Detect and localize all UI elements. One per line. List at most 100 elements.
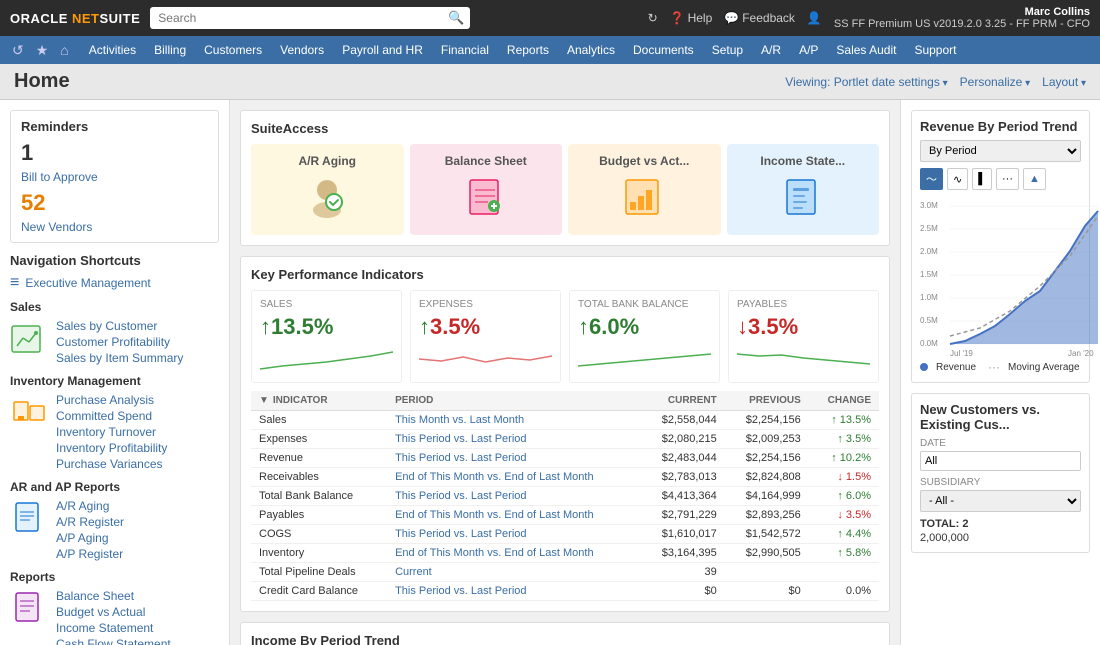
nav-sales-audit[interactable]: Sales Audit — [828, 39, 904, 61]
budget-vs-actual-link[interactable]: Budget vs Actual — [56, 604, 171, 620]
top-icons: ↻ ❓ Help 💬 Feedback 👤 Marc Collins SS FF… — [648, 6, 1090, 30]
suite-card-income[interactable]: Income State... — [727, 144, 880, 235]
subsidiary-label: SUBSIDIARY — [920, 477, 1081, 488]
cash-flow-link[interactable]: Cash Flow Statement — [56, 636, 171, 645]
period-cell[interactable]: This Period vs. Last Period — [387, 525, 641, 544]
chart-btn-scatter[interactable]: ··· — [996, 168, 1019, 190]
table-row: Total Bank Balance This Period vs. Last … — [251, 487, 879, 506]
chart-btn-wave[interactable]: ∿ — [947, 168, 968, 190]
suite-access: SuiteAccess A/R Aging — [240, 110, 890, 246]
nav-setup[interactable]: Setup — [704, 39, 751, 61]
indicator-cell: Receivables — [251, 468, 387, 487]
period-cell[interactable]: This Period vs. Last Period — [387, 430, 641, 449]
indicator-cell: Total Pipeline Deals — [251, 563, 387, 582]
period-cell[interactable]: This Period vs. Last Period — [387, 582, 641, 601]
refresh-icon[interactable]: ↻ — [648, 11, 658, 25]
nav-billing[interactable]: Billing — [146, 39, 194, 61]
indicator-cell: Total Bank Balance — [251, 487, 387, 506]
sales-by-item-summary-link[interactable]: Sales by Item Summary — [56, 350, 183, 366]
search-input[interactable] — [150, 7, 470, 29]
change-cell: ↑ 4.4% — [809, 525, 879, 544]
legend-revenue-dot — [920, 363, 928, 371]
viewing-portlet-button[interactable]: Viewing: Portlet date settings — [785, 75, 947, 89]
subsidiary-select[interactable]: - All - — [920, 490, 1081, 512]
period-select[interactable]: By Period — [920, 140, 1081, 162]
table-row: Payables End of This Month vs. End of La… — [251, 506, 879, 525]
svg-text:1.5M: 1.5M — [920, 270, 938, 279]
suite-card-balance-sheet[interactable]: Balance Sheet — [410, 144, 563, 235]
sales-by-customer-link[interactable]: Sales by Customer — [56, 318, 183, 334]
kpi-expenses-value: ↑3.5% — [419, 314, 552, 340]
kpi-sales-label: SALES — [260, 299, 393, 310]
ap-register-link[interactable]: A/P Register — [56, 546, 124, 562]
page-title: Home — [14, 70, 70, 93]
period-cell[interactable]: This Period vs. Last Period — [387, 487, 641, 506]
nav-vendors[interactable]: Vendors — [272, 39, 332, 61]
current-cell: $2,080,215 — [641, 430, 725, 449]
chart-btn-area[interactable]: ▲ — [1023, 168, 1046, 190]
layout-button[interactable]: Layout — [1042, 75, 1086, 89]
nav-ar[interactable]: A/R — [753, 39, 789, 61]
nav-activities[interactable]: Activities — [81, 39, 144, 61]
nav-documents[interactable]: Documents — [625, 39, 702, 61]
period-cell[interactable]: End of This Month vs. End of Last Month — [387, 506, 641, 525]
purchase-analysis-link[interactable]: Purchase Analysis — [56, 392, 167, 408]
kpi-card-expenses: EXPENSES ↑3.5% — [410, 290, 561, 383]
previous-cell: $2,990,505 — [725, 544, 809, 563]
period-cell[interactable]: Current — [387, 563, 641, 582]
inventory-turnover-link[interactable]: Inventory Turnover — [56, 424, 167, 440]
nav-support[interactable]: Support — [906, 39, 964, 61]
nav-home-icon[interactable]: ⌂ — [56, 40, 72, 61]
period-cell[interactable]: End of This Month vs. End of Last Month — [387, 468, 641, 487]
ar-ap-links: A/R Aging A/R Register A/P Aging A/P Reg… — [56, 498, 124, 562]
suite-card-ar-aging[interactable]: A/R Aging — [251, 144, 404, 235]
customer-profitability-link[interactable]: Customer Profitability — [56, 334, 183, 350]
user-info: Marc Collins SS FF Premium US v2019.2.0 … — [834, 6, 1090, 30]
bill-to-approve-link[interactable]: Bill to Approve — [21, 170, 98, 184]
ar-aging-link[interactable]: A/R Aging — [56, 498, 124, 514]
previous-cell: $2,009,253 — [725, 430, 809, 449]
top-bar: ORACLE NETSUITE 🔍 ↻ ❓ Help 💬 Feedback 👤 … — [0, 0, 1100, 36]
nav-customers[interactable]: Customers — [196, 39, 270, 61]
balance-sheet-link[interactable]: Balance Sheet — [56, 588, 171, 604]
change-cell: ↑ 13.5% — [809, 411, 879, 430]
kpi-card-payables: PAYABLES ↓3.5% — [728, 290, 879, 383]
new-vendors-link[interactable]: New Vendors — [21, 220, 92, 234]
nav-payroll[interactable]: Payroll and HR — [334, 39, 431, 61]
legend-moving-avg-dash: ··· — [988, 360, 1000, 374]
feedback-button[interactable]: 💬 Feedback — [724, 11, 795, 25]
nav-bar: ↺ ★ ⌂ Activities Billing Customers Vendo… — [0, 36, 1100, 64]
svg-text:Jul '19: Jul '19 — [950, 349, 973, 358]
period-cell[interactable]: End of This Month vs. End of Last Month — [387, 544, 641, 563]
inventory-profitability-link[interactable]: Inventory Profitability — [56, 440, 167, 456]
inventory-links: Purchase Analysis Committed Spend Invent… — [56, 392, 167, 472]
ap-aging-link[interactable]: A/P Aging — [56, 530, 124, 546]
exec-management-link[interactable]: ≡ Executive Management — [10, 274, 219, 292]
suite-card-budget[interactable]: Budget vs Act... — [568, 144, 721, 235]
nav-analytics[interactable]: Analytics — [559, 39, 623, 61]
nav-ap[interactable]: A/P — [791, 39, 826, 61]
income-statement-link[interactable]: Income Statement — [56, 620, 171, 636]
kpi-col-previous: PREVIOUS — [725, 391, 809, 411]
nav-reports[interactable]: Reports — [499, 39, 557, 61]
total-value: 2,000,000 — [920, 532, 1081, 544]
sales-section-title: Sales — [10, 300, 219, 314]
purchase-variances-link[interactable]: Purchase Variances — [56, 456, 167, 472]
personalize-button[interactable]: Personalize — [960, 75, 1031, 89]
nav-back-icon[interactable]: ↺ — [8, 40, 28, 61]
change-cell: ↑ 3.5% — [809, 430, 879, 449]
period-cell[interactable]: This Month vs. Last Month — [387, 411, 641, 430]
date-input[interactable] — [920, 451, 1081, 471]
chart-btn-bar[interactable]: ▌ — [972, 168, 992, 190]
nav-financial[interactable]: Financial — [433, 39, 497, 61]
chart-legend: Revenue ··· Moving Average — [920, 360, 1081, 374]
chart-btn-line[interactable]: 〜 — [920, 168, 943, 190]
ar-register-link[interactable]: A/R Register — [56, 514, 124, 530]
committed-spend-link[interactable]: Committed Spend — [56, 408, 167, 424]
reports-section: Balance Sheet Budget vs Actual Income St… — [10, 588, 219, 645]
nav-star-icon[interactable]: ★ — [32, 40, 53, 61]
help-button[interactable]: ❓ Help — [670, 11, 713, 25]
period-cell[interactable]: This Period vs. Last Period — [387, 449, 641, 468]
ar-ap-section-title: AR and AP Reports — [10, 480, 219, 494]
user-menu[interactable]: 👤 — [807, 11, 822, 25]
